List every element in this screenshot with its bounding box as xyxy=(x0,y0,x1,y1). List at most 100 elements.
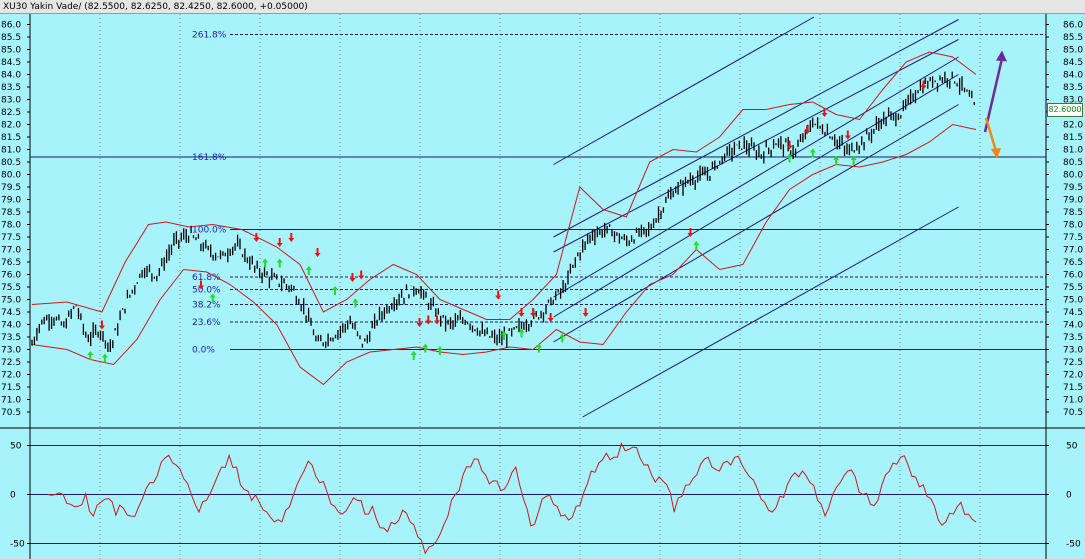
buy-signal-arrow xyxy=(809,148,816,158)
channel-line xyxy=(553,16,815,165)
y-tick-label-right: 71.5 xyxy=(1063,383,1083,393)
fibonacci-label: 100.0% xyxy=(192,226,227,236)
forecast-down-arrow xyxy=(984,117,998,152)
buy-signal-arrow xyxy=(332,286,339,295)
y-tick-label-right: 86.0 xyxy=(1063,21,1083,31)
y-tick-label-left: 79.0 xyxy=(1,196,21,206)
oscillator-tick-label-right: 50 xyxy=(1066,442,1078,452)
oscillator-tick-label-left: -50 xyxy=(10,540,25,550)
y-tick-label-left: 75.5 xyxy=(1,283,21,293)
y-tick-label-left: 78.0 xyxy=(1,221,21,231)
y-tick-label-right: 76.0 xyxy=(1063,271,1083,281)
y-tick-label-right: 74.5 xyxy=(1063,308,1083,318)
y-tick-label-left: 71.0 xyxy=(1,396,21,406)
y-tick-label-right: 80.5 xyxy=(1063,158,1083,168)
y-tick-label-right: 70.5 xyxy=(1063,408,1083,418)
last-price-label: 82.6000 xyxy=(1047,103,1083,117)
price-panel[interactable]: 86.0 86.0 85.5 85.5 85.0 85.0 84.5 84.5 84.0 84.0… xyxy=(1,14,1083,559)
y-tick-label-left: 84.0 xyxy=(1,71,21,81)
fibonacci-label: 61.8% xyxy=(192,273,221,283)
y-tick-label-right: 74.0 xyxy=(1063,321,1083,331)
y-tick-label-left: 71.5 xyxy=(1,383,21,393)
y-tick-label-right: 84.0 xyxy=(1063,71,1083,81)
channel-line xyxy=(553,74,959,318)
y-tick-label-right: 71.0 xyxy=(1063,396,1083,406)
fibonacci-label: 261.8% xyxy=(192,31,227,41)
quote-label: (82.5500, 82.6250, 82.4250, 82.6000, +0.… xyxy=(84,2,308,12)
oscillator-tick-label-left: 50 xyxy=(10,442,22,452)
sell-signal-arrow xyxy=(358,270,365,280)
y-tick-label-left: 72.0 xyxy=(1,371,21,381)
y-tick-label-right: 80.0 xyxy=(1063,171,1083,181)
y-tick-label-right: 82.0 xyxy=(1063,121,1083,131)
buy-signal-arrow xyxy=(305,266,312,275)
y-tick-label-right: 78.5 xyxy=(1063,208,1083,218)
y-tick-label-right: 73.0 xyxy=(1063,346,1083,356)
oscillator-tick-label-right: -50 xyxy=(1066,540,1081,550)
fibonacci-label: 0.0% xyxy=(192,346,215,356)
oscillator-panel[interactable]: 50 50 0 0 -50 -50 xyxy=(10,442,1081,555)
bollinger-lower-band xyxy=(31,123,977,386)
y-tick-label-left: 83.5 xyxy=(1,83,21,93)
sell-signal-arrow xyxy=(786,140,793,150)
y-tick-label-left: 76.0 xyxy=(1,271,21,281)
sell-signal-arrow xyxy=(98,320,105,330)
channel-line xyxy=(553,56,959,298)
window-title-bar: XU30 Yakin Vade/ (82.5500, 82.6250, 82.4… xyxy=(0,0,1085,14)
sell-signal-arrow xyxy=(518,308,525,317)
fibonacci-label: 38.2% xyxy=(192,301,221,311)
y-tick-label-left: 85.5 xyxy=(1,33,21,43)
y-tick-label-right: 77.0 xyxy=(1063,246,1083,256)
channel-line xyxy=(553,104,959,343)
sell-signal-arrow xyxy=(349,273,356,282)
sell-signal-arrow xyxy=(314,248,321,257)
y-tick-label-left: 75.0 xyxy=(1,296,21,306)
oscillator-tick-label-right: 0 xyxy=(1066,491,1072,501)
buy-signal-arrow xyxy=(101,353,108,363)
y-tick-label-right: 84.5 xyxy=(1063,58,1083,68)
y-tick-label-left: 80.5 xyxy=(1,158,21,168)
y-tick-label-right: 72.0 xyxy=(1063,371,1083,381)
buy-signal-arrow xyxy=(535,343,542,353)
bollinger-upper-band xyxy=(31,51,977,320)
y-tick-label-left: 85.0 xyxy=(1,46,21,56)
buy-signal-arrow xyxy=(436,346,443,355)
y-tick-label-left: 81.5 xyxy=(1,133,21,143)
buy-signal-arrow xyxy=(352,298,359,308)
y-tick-label-right: 72.5 xyxy=(1063,358,1083,368)
y-tick-label-left: 73.0 xyxy=(1,346,21,356)
y-tick-label-left: 76.5 xyxy=(1,258,21,268)
y-tick-label-left: 70.5 xyxy=(1,408,21,418)
y-tick-label-right: 85.0 xyxy=(1063,46,1083,56)
y-tick-label-right: 83.5 xyxy=(1063,83,1083,93)
y-tick-label-right: 73.5 xyxy=(1063,333,1083,343)
fibonacci-label: 23.6% xyxy=(192,318,221,328)
y-tick-label-left: 73.5 xyxy=(1,333,21,343)
sell-signal-arrow xyxy=(425,315,432,325)
y-tick-label-left: 82.5 xyxy=(1,108,21,118)
y-tick-label-left: 86.0 xyxy=(1,21,21,31)
y-tick-label-right: 79.5 xyxy=(1063,183,1083,193)
sell-signal-arrow xyxy=(276,238,283,247)
y-tick-label-left: 77.5 xyxy=(1,233,21,243)
y-tick-label-right: 77.5 xyxy=(1063,233,1083,243)
y-tick-label-left: 74.0 xyxy=(1,321,21,331)
y-tick-label-right: 81.5 xyxy=(1063,133,1083,143)
buy-signal-arrow xyxy=(410,351,417,360)
oscillator-line xyxy=(47,442,977,555)
sell-signal-arrow xyxy=(547,313,554,322)
y-tick-label-left: 83.0 xyxy=(1,96,21,106)
symbol-label: XU30 Yakin Vade/ xyxy=(3,2,82,12)
y-tick-label-right: 85.5 xyxy=(1063,33,1083,43)
buy-signal-arrow xyxy=(693,241,700,250)
sell-signal-arrow xyxy=(433,315,440,325)
y-tick-label-left: 79.5 xyxy=(1,183,21,193)
price-bars xyxy=(31,71,975,352)
y-tick-label-left: 80.0 xyxy=(1,171,21,181)
channel-line xyxy=(553,19,959,238)
forecast-up-arrowhead xyxy=(996,50,1007,62)
y-tick-label-right: 75.0 xyxy=(1063,296,1083,306)
y-tick-label-left: 77.0 xyxy=(1,246,21,256)
y-tick-label-left: 82.0 xyxy=(1,121,21,131)
y-tick-label-right: 78.0 xyxy=(1063,221,1083,231)
